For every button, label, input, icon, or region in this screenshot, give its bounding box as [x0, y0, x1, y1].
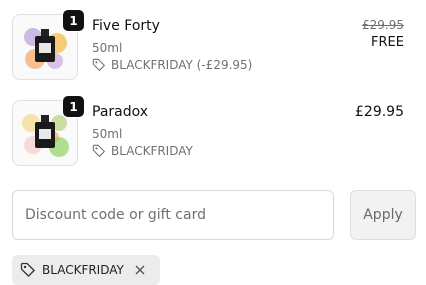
item-discount: BLACKFRIDAY — [92, 144, 193, 158]
item-discount-label: BLACKFRIDAY — [111, 144, 193, 158]
quantity-badge: 1 — [62, 95, 85, 118]
tag-icon — [92, 58, 106, 72]
price-column: £29.95 FREE — [362, 18, 404, 50]
cart-item-paradox: 1 Paradox 50ml BLACKFRIDAY £29.95 — [12, 95, 416, 166]
applied-code-label: BLACKFRIDAY — [42, 263, 124, 277]
item-discount: BLACKFRIDAY (-£29.95) — [92, 58, 252, 72]
tag-icon — [92, 144, 106, 158]
product-thumbnail: 1 — [12, 95, 85, 166]
final-price: £29.95 — [355, 104, 404, 120]
item-discount-label: BLACKFRIDAY (-£29.95) — [111, 58, 253, 72]
close-icon[interactable] — [134, 264, 146, 276]
apply-button[interactable]: Apply — [350, 190, 416, 240]
discount-code-input[interactable]: Discount code or gift card — [12, 190, 334, 240]
product-name: Five Forty — [92, 18, 160, 34]
cart-item-five-forty: 1 Five Forty 50ml BLACKFRIDAY (-£29.95) … — [12, 9, 416, 80]
product-name: Paradox — [92, 104, 149, 120]
price-column: £29.95 — [355, 104, 404, 120]
applied-discount-chip: BLACKFRIDAY — [12, 255, 160, 285]
quantity-badge: 1 — [62, 9, 85, 32]
tag-icon — [20, 262, 42, 278]
product-thumbnail: 1 — [12, 9, 85, 80]
final-price: FREE — [371, 35, 404, 50]
original-price: £29.95 — [362, 18, 404, 32]
product-size: 50ml — [92, 41, 123, 55]
discount-code-placeholder: Discount code or gift card — [25, 207, 206, 223]
product-size: 50ml — [92, 127, 123, 141]
